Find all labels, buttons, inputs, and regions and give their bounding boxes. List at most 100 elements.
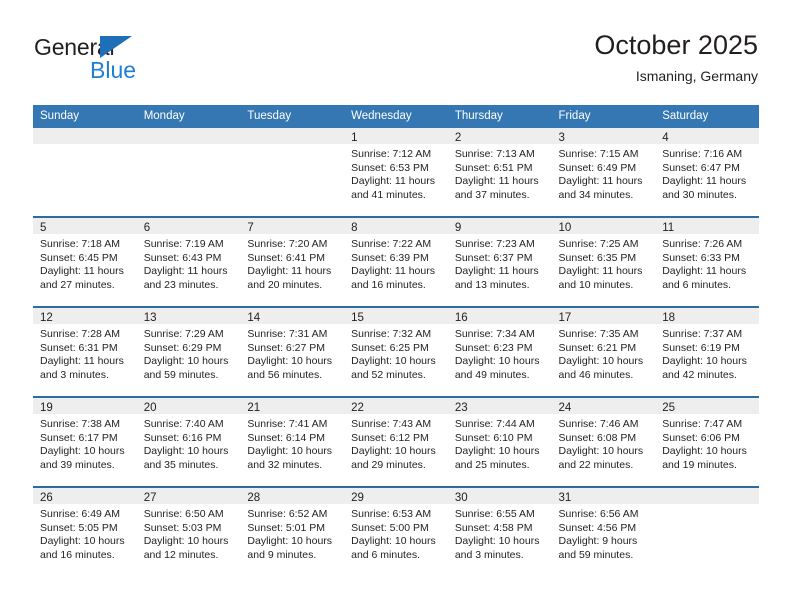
day-number: 29 [344, 488, 448, 504]
day-cell[interactable]: 22 Sunrise: 7:43 AM Sunset: 6:12 PM Dayligh… [344, 398, 448, 486]
day-detail-line: Sunset: 6:33 PM [662, 251, 740, 264]
day-detail-line: Sunrise: 7:22 AM [351, 238, 432, 250]
day-cell[interactable]: 21 Sunrise: 7:41 AM Sunset: 6:14 PM Dayligh… [240, 398, 345, 486]
day-cell[interactable]: 31 Sunrise: 6:56 AM Sunset: 4:56 PM Dayligh… [551, 488, 656, 576]
day-cell[interactable]: 4 Sunrise: 7:16 AM Sunset: 6:47 PM Daylight… [655, 128, 759, 216]
day-cell[interactable]: 20 Sunrise: 7:40 AM Sunset: 6:16 PM Dayligh… [136, 398, 241, 486]
day-cell[interactable]: 14 Sunrise: 7:31 AM Sunset: 6:27 PM Dayligh… [240, 308, 345, 396]
day-number: 7 [240, 218, 345, 234]
day-cell[interactable]: 10 Sunrise: 7:25 AM Sunset: 6:35 PM Dayligh… [551, 218, 656, 306]
calendar-cell [33, 128, 137, 217]
day-detail-line: Daylight: 10 hours [454, 355, 540, 368]
day-number: 24 [551, 398, 656, 414]
day-details [137, 144, 241, 148]
day-detail-line: and 30 minutes. [662, 188, 737, 201]
day-number: 6 [136, 218, 241, 234]
day-cell[interactable]: 18 Sunrise: 7:37 AM Sunset: 6:19 PM Dayligh… [655, 308, 759, 396]
day-detail-line: Sunrise: 7:35 AM [558, 328, 639, 340]
day-details: Sunrise: 7:22 AM Sunset: 6:39 PM Daylight:… [344, 234, 448, 292]
day-cell[interactable]: 6 Sunrise: 7:19 AM Sunset: 6:43 PM Daylight… [136, 218, 241, 306]
day-detail-line: and 23 minutes. [143, 278, 219, 291]
day-cell[interactable]: 16 Sunrise: 7:34 AM Sunset: 6:23 PM Dayligh… [447, 308, 552, 396]
day-detail-line: Sunset: 6:17 PM [40, 431, 118, 444]
day-cell[interactable]: 3 Sunrise: 7:15 AM Sunset: 6:49 PM Daylight… [551, 128, 656, 216]
day-details: Sunrise: 7:43 AM Sunset: 6:12 PM Daylight:… [344, 414, 448, 472]
day-cell[interactable]: 15 Sunrise: 7:32 AM Sunset: 6:25 PM Dayligh… [344, 308, 448, 396]
day-cell[interactable]: 17 Sunrise: 7:35 AM Sunset: 6:21 PM Dayligh… [551, 308, 656, 396]
day-detail-line: Daylight: 11 hours [558, 175, 643, 188]
day-detail-line: Sunset: 6:29 PM [143, 341, 222, 354]
calendar-week-row: 19 Sunrise: 7:38 AM Sunset: 6:17 PM Dayligh… [33, 396, 759, 487]
day-detail-line: Daylight: 10 hours [454, 535, 540, 548]
day-cell[interactable]: 13 Sunrise: 7:29 AM Sunset: 6:29 PM Dayligh… [136, 308, 241, 396]
calendar-week-row: 1 Sunrise: 7:12 AM Sunset: 6:53 PM Daylight… [33, 128, 759, 217]
day-detail-line: and 35 minutes. [143, 458, 219, 471]
day-cell[interactable]: 26 Sunrise: 6:49 AM Sunset: 5:05 PM Dayligh… [33, 488, 137, 576]
page-header: General Blue October 2025 Ismaning, Germ… [34, 28, 758, 96]
calendar-cell: 22 Sunrise: 7:43 AM Sunset: 6:12 PM Dayligh… [344, 396, 448, 487]
day-cell[interactable]: 12 Sunrise: 7:28 AM Sunset: 6:31 PM Dayligh… [33, 308, 137, 396]
day-cell[interactable]: 23 Sunrise: 7:44 AM Sunset: 6:10 PM Dayligh… [447, 398, 552, 486]
day-details: Sunrise: 7:25 AM Sunset: 6:35 PM Daylight:… [552, 234, 656, 292]
day-cell[interactable]: 7 Sunrise: 7:20 AM Sunset: 6:41 PM Daylight… [240, 218, 345, 306]
day-cell[interactable]: 25 Sunrise: 7:47 AM Sunset: 6:06 PM Dayligh… [655, 398, 759, 486]
day-detail-line: Sunset: 5:03 PM [143, 521, 222, 534]
day-details: Sunrise: 7:38 AM Sunset: 6:17 PM Daylight:… [33, 414, 137, 472]
day-cell[interactable]: 11 Sunrise: 7:26 AM Sunset: 6:33 PM Dayligh… [655, 218, 759, 306]
general-blue-logo: General Blue [34, 34, 254, 90]
weekday-header-monday: Monday [136, 105, 241, 128]
day-detail-line: Daylight: 10 hours [40, 535, 125, 548]
day-number: 26 [33, 488, 137, 504]
day-cell[interactable]: 24 Sunrise: 7:46 AM Sunset: 6:08 PM Dayligh… [551, 398, 656, 486]
day-detail-line: Sunset: 6:14 PM [247, 431, 326, 444]
day-detail-line: and 3 minutes. [454, 548, 524, 561]
day-number: 12 [33, 308, 137, 324]
day-detail-line: Daylight: 10 hours [351, 355, 436, 368]
day-details: Sunrise: 7:13 AM Sunset: 6:51 PM Daylight:… [448, 144, 552, 202]
day-number: 31 [551, 488, 656, 504]
day-cell[interactable]: 8 Sunrise: 7:22 AM Sunset: 6:39 PM Daylight… [344, 218, 448, 306]
day-detail-line: Daylight: 11 hours [454, 265, 539, 278]
calendar-cell: 21 Sunrise: 7:41 AM Sunset: 6:14 PM Dayligh… [240, 396, 345, 487]
day-detail-line: and 9 minutes. [247, 548, 317, 561]
day-detail-line: Sunrise: 7:20 AM [247, 238, 328, 250]
day-detail-line: Sunrise: 7:31 AM [247, 328, 328, 340]
day-cell[interactable]: 9 Sunrise: 7:23 AM Sunset: 6:37 PM Daylight… [447, 218, 552, 306]
day-cell[interactable]: 30 Sunrise: 6:55 AM Sunset: 4:58 PM Dayligh… [447, 488, 552, 576]
day-detail-line: Sunrise: 7:28 AM [40, 328, 120, 340]
weekday-header-label: Friday [558, 110, 591, 122]
calendar-cell [136, 128, 241, 217]
day-number: 22 [344, 398, 448, 414]
calendar-cell: 8 Sunrise: 7:22 AM Sunset: 6:39 PM Daylight… [344, 216, 448, 307]
day-detail-line: Sunset: 6:16 PM [143, 431, 222, 444]
day-detail-line: Sunrise: 6:56 AM [558, 508, 639, 520]
day-number: 27 [136, 488, 241, 504]
calendar-cell: 31 Sunrise: 6:56 AM Sunset: 4:56 PM Dayligh… [551, 486, 656, 576]
day-detail-line: Sunrise: 7:37 AM [662, 328, 743, 340]
day-number: 2 [447, 128, 552, 144]
day-detail-line: Sunrise: 7:26 AM [662, 238, 743, 250]
day-detail-line: Daylight: 10 hours [143, 445, 229, 458]
day-cell[interactable]: 28 Sunrise: 6:52 AM Sunset: 5:01 PM Dayligh… [240, 488, 345, 576]
day-cell[interactable]: 5 Sunrise: 7:18 AM Sunset: 6:45 PM Daylight… [33, 218, 137, 306]
day-cell[interactable]: 2 Sunrise: 7:13 AM Sunset: 6:51 PM Daylight… [447, 128, 552, 216]
day-detail-line: Sunrise: 7:34 AM [454, 328, 535, 340]
calendar-cell: 26 Sunrise: 6:49 AM Sunset: 5:05 PM Dayligh… [33, 486, 137, 576]
day-detail-line: Sunset: 6:49 PM [558, 161, 637, 174]
day-details: Sunrise: 6:56 AM Sunset: 4:56 PM Daylight:… [552, 504, 656, 562]
day-detail-line: Sunset: 6:21 PM [558, 341, 637, 354]
day-cell[interactable]: 1 Sunrise: 7:12 AM Sunset: 6:53 PM Daylight… [344, 128, 448, 216]
day-number: 13 [136, 308, 241, 324]
day-details [655, 504, 759, 508]
calendar-page: General Blue October 2025 Ismaning, Germ… [0, 0, 792, 612]
day-cell[interactable]: 27 Sunrise: 6:50 AM Sunset: 5:03 PM Dayligh… [136, 488, 241, 576]
day-number: 5 [33, 218, 137, 234]
day-cell[interactable]: 29 Sunrise: 6:53 AM Sunset: 5:00 PM Dayligh… [344, 488, 448, 576]
day-cell[interactable]: 19 Sunrise: 7:38 AM Sunset: 6:17 PM Dayligh… [33, 398, 137, 486]
day-number [33, 128, 137, 144]
day-detail-line: Sunrise: 7:16 AM [662, 148, 743, 160]
day-detail-line: Daylight: 10 hours [558, 445, 644, 458]
day-cell-empty [33, 128, 137, 216]
day-detail-line: Daylight: 10 hours [662, 355, 747, 368]
day-details: Sunrise: 7:46 AM Sunset: 6:08 PM Daylight:… [552, 414, 656, 472]
